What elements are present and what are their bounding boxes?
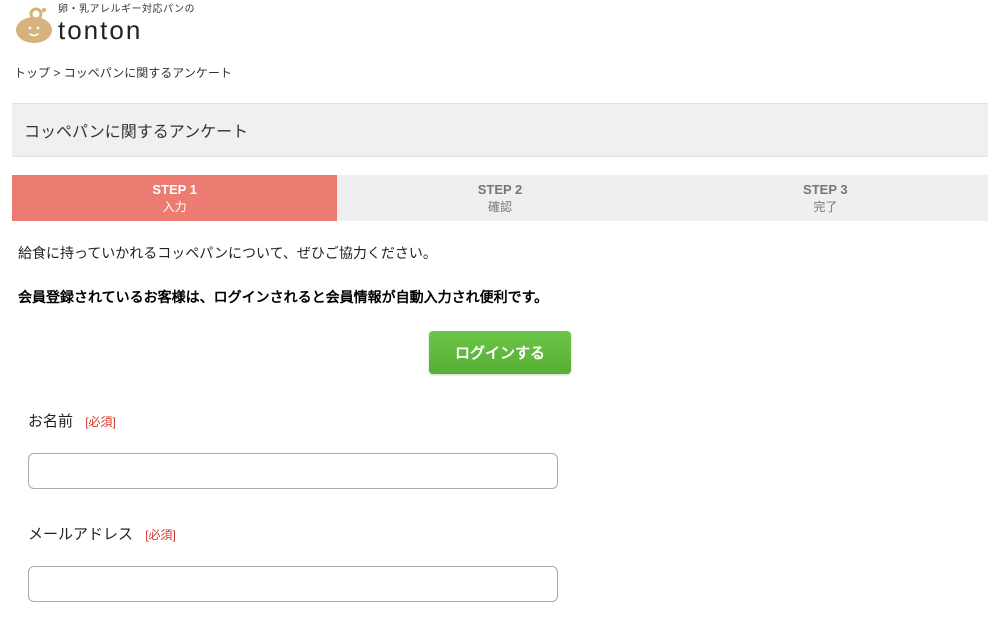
intro-line-2: 会員登録されているお客様は、ログインされると会員情報が自動入力され便利です。 <box>18 287 982 307</box>
name-input[interactable] <box>28 453 558 489</box>
email-input[interactable] <box>28 566 558 602</box>
page-title: コッペパンに関するアンケート <box>12 103 988 157</box>
logo-brand: tonton <box>58 17 195 43</box>
form-group-name: お名前 [必須] <box>28 410 972 489</box>
step-1-sub: 入力 <box>12 199 337 215</box>
required-tag: [必須] <box>85 415 116 429</box>
step-2: STEP 2 確認 <box>337 175 662 221</box>
survey-form: お名前 [必須] メールアドレス [必須] <box>12 410 988 602</box>
logo-tagline: 卵・乳アレルギー対応パンの <box>58 5 195 15</box>
breadcrumb: トップ > コッペパンに関するアンケート <box>12 54 988 103</box>
name-label-text: お名前 <box>28 413 73 430</box>
required-tag: [必須] <box>145 528 176 542</box>
breadcrumb-sep: > <box>50 66 64 80</box>
header: 卵・乳アレルギー対応パンの tonton <box>12 0 988 54</box>
name-label: お名前 [必須] <box>28 410 972 431</box>
logo-icon <box>12 2 56 46</box>
step-1: STEP 1 入力 <box>12 175 337 221</box>
logo[interactable]: 卵・乳アレルギー対応パンの tonton <box>12 2 988 46</box>
step-indicator: STEP 1 入力 STEP 2 確認 STEP 3 完了 <box>12 175 988 221</box>
breadcrumb-top[interactable]: トップ <box>14 66 50 80</box>
form-group-email: メールアドレス [必須] <box>28 523 972 602</box>
email-label: メールアドレス [必須] <box>28 523 972 544</box>
step-3-head: STEP 3 <box>663 181 988 199</box>
breadcrumb-current: コッペパンに関するアンケート <box>64 66 232 80</box>
step-3: STEP 3 完了 <box>663 175 988 221</box>
step-3-sub: 完了 <box>663 199 988 215</box>
step-2-head: STEP 2 <box>337 181 662 199</box>
intro-block: 給食に持っていかれるコッペパンについて、ぜひご協力ください。 会員登録されている… <box>12 243 988 374</box>
intro-line-1: 給食に持っていかれるコッペパンについて、ぜひご協力ください。 <box>18 243 982 263</box>
step-1-head: STEP 1 <box>12 181 337 199</box>
login-button[interactable]: ログインする <box>429 331 571 374</box>
step-2-sub: 確認 <box>337 199 662 215</box>
email-label-text: メールアドレス <box>28 526 133 543</box>
